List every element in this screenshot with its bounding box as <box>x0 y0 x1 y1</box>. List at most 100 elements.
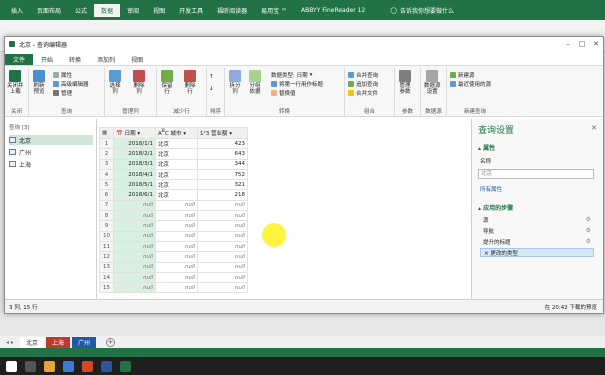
query-editor-tab[interactable]: 开始 <box>33 54 61 65</box>
new-source-button[interactable]: 新建源 <box>450 71 475 79</box>
table-row[interactable]: 5 2018/5/1 北京 321 <box>99 179 248 191</box>
sheet-tab[interactable]: 广州 <box>71 336 96 348</box>
manage-parameters-button[interactable]: 管理 参数 <box>399 70 411 95</box>
excel-tab[interactable]: 公式 <box>68 4 94 17</box>
table-row[interactable]: 8 null null null <box>99 210 248 222</box>
cell-date[interactable]: null <box>113 220 156 232</box>
cell-date[interactable]: 2018/2/1 <box>113 148 156 160</box>
gear-icon[interactable]: ⚙ <box>586 238 591 245</box>
applied-steps-header[interactable]: ▴ 应用的步骤 <box>478 203 513 212</box>
excel-tab[interactable]: 福昕阅读器 <box>210 4 254 17</box>
table-row[interactable]: 11 null null null <box>99 240 248 253</box>
remove-columns-button[interactable]: 删除 列 <box>133 70 145 95</box>
cell-date[interactable]: 2018/5/1 <box>113 179 156 191</box>
cell-city[interactable]: null <box>155 240 198 253</box>
word-icon[interactable] <box>101 360 112 372</box>
cell-date[interactable]: null <box>113 230 156 242</box>
query-editor-tab[interactable]: 转换 <box>61 54 89 65</box>
group-by-button[interactable]: 分组 依据 <box>249 70 261 95</box>
column-header-city[interactable]: ABC 城市 ▾ <box>155 127 198 139</box>
cell-city[interactable]: null <box>155 210 198 222</box>
cell-city[interactable]: null <box>155 251 198 263</box>
gear-icon[interactable]: ⚙ <box>586 216 591 223</box>
close-icon[interactable]: ✕ <box>589 40 603 48</box>
close-icon[interactable]: ✕ <box>591 124 597 132</box>
cell-city[interactable]: null <box>155 282 198 294</box>
query-editor-tab[interactable]: 视图 <box>123 54 151 65</box>
cell-city[interactable]: null <box>155 199 198 212</box>
grid-corner[interactable]: ▦ <box>99 127 114 139</box>
cell-sales[interactable]: 423 <box>197 137 248 150</box>
file-explorer-icon[interactable] <box>44 360 55 372</box>
excel-tab[interactable]: 开发工具 <box>172 4 210 17</box>
cell-city[interactable]: null <box>155 261 198 273</box>
minimize-icon[interactable]: – <box>561 40 575 48</box>
cell-date[interactable]: null <box>113 251 156 263</box>
cell-date[interactable]: null <box>113 199 156 212</box>
windows-start-icon[interactable] <box>6 360 17 372</box>
table-row[interactable]: 10 null null null <box>99 230 248 242</box>
query-name-input[interactable]: 北京 <box>478 169 594 179</box>
cell-date[interactable]: null <box>113 282 156 294</box>
cell-city[interactable]: 北京 <box>155 137 198 150</box>
excel-tab[interactable]: 易用宝 ™ <box>254 4 294 17</box>
cell-date[interactable]: null <box>113 261 156 273</box>
browser-icon[interactable] <box>63 360 74 372</box>
table-row[interactable]: 6 2018/6/1 北京 218 <box>99 189 248 201</box>
cell-city[interactable]: 北京 <box>155 158 198 170</box>
column-header-sales[interactable]: 1²3 营业额 ▾ <box>197 127 248 139</box>
properties-header[interactable]: ▴ 属性 <box>478 143 495 152</box>
cell-date[interactable]: 2018/1/1 <box>113 137 156 150</box>
query-item[interactable]: 北京 <box>9 135 93 145</box>
cell-sales[interactable]: 218 <box>197 189 248 201</box>
table-row[interactable]: 9 null null null <box>99 220 248 232</box>
sheet-tab[interactable]: 北京 <box>19 336 44 348</box>
refresh-preview-button[interactable]: 刷新 预览 <box>33 70 45 95</box>
column-header-date[interactable]: 📅 日期 ▾ <box>113 127 156 139</box>
excel-tab[interactable]: 页面布局 <box>30 4 68 17</box>
table-row[interactable]: 13 null null null <box>99 261 248 273</box>
sheet-nav-icon[interactable]: ◂ ▸ <box>6 339 18 346</box>
data-type-dropdown[interactable]: 数据类型: 日期 ▾ <box>271 71 312 79</box>
combine-files-button[interactable]: 合并文件 <box>348 89 378 97</box>
properties-button[interactable]: 属性 <box>53 71 72 79</box>
all-properties-link[interactable]: 所有属性 <box>480 185 502 193</box>
cell-city[interactable]: null <box>155 271 198 284</box>
replace-values-button[interactable]: 替换值 <box>271 89 296 97</box>
sort-descending-button[interactable]: ↓ <box>209 86 214 92</box>
table-row[interactable]: 2 2018/2/1 北京 643 <box>99 148 248 160</box>
table-row[interactable]: 3 2018/3/1 北京 344 <box>99 158 248 170</box>
applied-step[interactable]: 导航 ⚙ <box>480 226 594 235</box>
table-row[interactable]: 4 2018/4/1 北京 752 <box>99 168 248 181</box>
excel-taskbar-icon[interactable] <box>120 360 131 372</box>
cell-sales[interactable]: null <box>197 240 248 253</box>
cell-city[interactable]: 北京 <box>155 189 198 201</box>
cell-sales[interactable]: null <box>197 251 248 263</box>
table-row[interactable]: 1 2018/1/1 北京 423 <box>99 137 248 150</box>
cell-date[interactable]: 2018/6/1 <box>113 189 156 201</box>
cell-sales[interactable]: null <box>197 199 248 212</box>
cell-sales[interactable]: 643 <box>197 148 248 160</box>
cell-sales[interactable]: 344 <box>197 158 248 170</box>
sheet-tab[interactable]: 上海 <box>45 336 70 348</box>
query-item[interactable]: 广州 <box>9 147 93 157</box>
cell-date[interactable]: null <box>113 240 156 253</box>
keep-rows-button[interactable]: 保留 行 <box>161 70 173 95</box>
cell-city[interactable]: null <box>155 230 198 242</box>
powerpoint-icon[interactable] <box>82 360 93 372</box>
cell-sales[interactable]: null <box>197 230 248 242</box>
split-column-button[interactable]: 拆分 列 <box>229 70 241 95</box>
query-editor-tab[interactable]: 添加列 <box>89 54 123 65</box>
cell-date[interactable]: 2018/3/1 <box>113 158 156 170</box>
search-icon[interactable] <box>25 360 36 372</box>
data-source-settings-button[interactable]: 数据源 设置 <box>424 70 441 95</box>
close-and-load-button[interactable]: 关闭并 上载 <box>7 70 24 95</box>
maximize-icon[interactable]: □ <box>575 40 589 48</box>
table-row[interactable]: 15 null null null <box>99 282 248 294</box>
cell-city[interactable]: null <box>155 220 198 232</box>
applied-step[interactable]: ✕ 更改的类型 <box>480 248 594 257</box>
remove-rows-button[interactable]: 删除 行 <box>184 70 196 95</box>
applied-step[interactable]: 源 ⚙ <box>480 215 594 224</box>
first-row-header-button[interactable]: 将第一行用作标题 <box>271 80 323 88</box>
cell-sales[interactable]: null <box>197 210 248 222</box>
